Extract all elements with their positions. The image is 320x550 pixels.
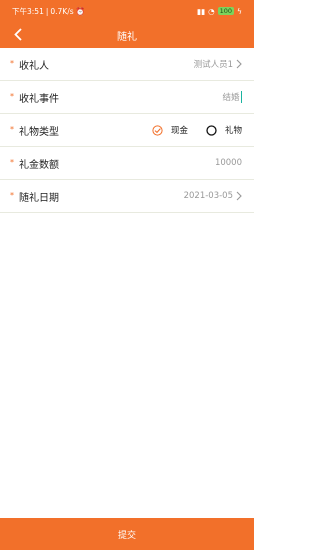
nav-bar: 随礼 (0, 22, 254, 48)
required-icon: * (10, 191, 14, 200)
radio-unchecked-icon (206, 124, 217, 136)
required-icon: * (10, 59, 14, 68)
radio-cash-label: 现金 (170, 126, 188, 136)
submit-button[interactable]: 提交 (0, 518, 254, 550)
required-icon: * (10, 125, 14, 134)
status-time: 下午3:51 (12, 6, 44, 16)
date-label: 随礼日期 (19, 192, 59, 204)
recipient-value[interactable]: 测试人员1 (194, 58, 242, 70)
battery-icon: 100 (217, 7, 235, 15)
status-divider: | (45, 6, 49, 16)
radio-gift-label: 礼物 (224, 126, 242, 136)
event-row[interactable]: * 收礼事件 结婚 (0, 81, 254, 114)
required-icon: * (10, 158, 14, 167)
back-button[interactable] (10, 25, 26, 43)
signal-icon: ▮▮ (196, 6, 206, 16)
radio-checked-icon (152, 124, 163, 136)
text-cursor (240, 91, 242, 103)
network-speed: 0.7K/s (50, 6, 74, 16)
recipient-value-text: 测试人员1 (193, 60, 233, 70)
wifi-icon: ◔ (208, 6, 215, 16)
event-value-text: 结婚 (222, 93, 240, 103)
alarm-icon: ⏰ (75, 6, 85, 16)
recipient-row[interactable]: * 收礼人 测试人员1 (0, 48, 254, 81)
gift-type-label: 礼物类型 (19, 126, 59, 138)
chevron-right-icon (236, 191, 242, 201)
event-input[interactable]: 结婚 (222, 91, 242, 103)
chevron-right-icon (236, 59, 242, 69)
amount-row[interactable]: * 礼金数额 10000 (0, 147, 254, 180)
gift-form: * 收礼人 测试人员1 * 收礼事件 结婚 * 礼物类型 现金 礼物 * 礼金数… (0, 48, 254, 213)
required-icon: * (10, 92, 14, 101)
charging-icon: ϟ (237, 6, 242, 16)
app-header: 下午3:51 | 0.7K/s ⏰ ▮▮ ◔ 100 ϟ 随礼 (0, 0, 254, 48)
gift-type-row: * 礼物类型 现金 礼物 (0, 114, 254, 147)
amount-label: 礼金数额 (19, 159, 59, 171)
radio-gift[interactable]: 礼物 (206, 124, 242, 136)
gift-type-radio-group: 现金 礼物 (134, 124, 242, 136)
date-picker[interactable]: 2021-03-05 (184, 191, 242, 201)
chevron-left-icon (14, 27, 22, 41)
page-title: 随礼 (117, 31, 137, 43)
event-label: 收礼事件 (19, 93, 59, 105)
status-bar: 下午3:51 | 0.7K/s ⏰ ▮▮ ◔ 100 ϟ (0, 0, 254, 22)
date-row[interactable]: * 随礼日期 2021-03-05 (0, 180, 254, 213)
date-value-text: 2021-03-05 (183, 191, 233, 201)
radio-cash[interactable]: 现金 (152, 124, 188, 136)
recipient-label: 收礼人 (19, 60, 49, 72)
amount-input[interactable]: 10000 (215, 158, 242, 168)
